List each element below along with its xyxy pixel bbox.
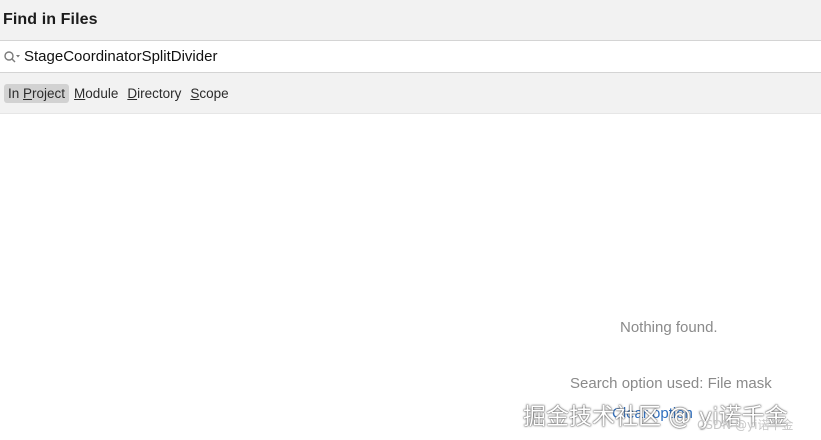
tab-in-project[interactable]: In Project <box>4 83 70 103</box>
window-title: Find in Files <box>3 11 98 28</box>
search-input[interactable] <box>24 45 784 68</box>
tab-label-post: cope <box>199 85 229 101</box>
tab-label-post: odule <box>85 85 119 101</box>
tab-label-pre: In <box>8 85 24 101</box>
search-options-icon[interactable] <box>3 49 21 65</box>
tab-mnemonic: D <box>127 85 138 101</box>
tab-scope[interactable]: Scope <box>186 84 232 103</box>
search-row <box>0 41 821 73</box>
scope-tabs: In Project Module Directory Scope <box>0 73 821 114</box>
tab-label-post: roject <box>32 85 66 101</box>
tab-directory[interactable]: Directory <box>123 84 185 103</box>
tab-module[interactable]: Module <box>70 84 122 103</box>
watermark-sub-text: CSDN @yi诺千金 <box>697 418 794 432</box>
tab-mnemonic: P <box>23 85 33 101</box>
find-in-files-window: Find in Files In Project Module Director… <box>0 0 821 440</box>
tab-label-post: irectory <box>137 85 182 101</box>
empty-message: Nothing found. <box>620 319 718 336</box>
results-area: Nothing found. Search option used: File … <box>0 115 821 440</box>
title-bar: Find in Files <box>0 0 821 41</box>
tab-mnemonic: M <box>74 85 86 101</box>
search-option-used-text: Search option used: File mask <box>570 375 772 392</box>
